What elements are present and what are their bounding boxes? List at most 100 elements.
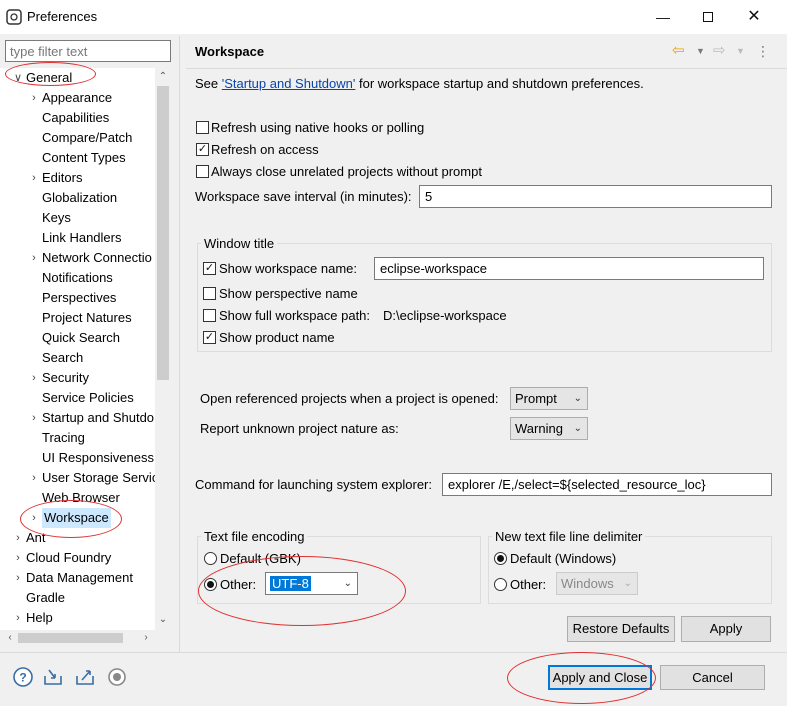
forward-dropdown-icon[interactable]: ▼: [736, 43, 745, 59]
encoding-default-radio[interactable]: [204, 552, 217, 565]
command-input[interactable]: explorer /E,/select=${selected_resource_…: [442, 473, 772, 496]
window-title-group-label: Window title: [201, 236, 278, 251]
tree-item[interactable]: Compare/Patch: [0, 128, 155, 148]
annotation-circle-workspace: [20, 500, 122, 538]
chevron-right-icon[interactable]: ›: [28, 248, 40, 268]
back-arrow-icon[interactable]: ⇦: [672, 43, 685, 59]
tree-item[interactable]: › Security: [0, 368, 155, 388]
startup-shutdown-link[interactable]: 'Startup and Shutdown': [222, 76, 356, 91]
scroll-right-icon[interactable]: ›: [138, 630, 154, 646]
full-path-value: D:\eclipse-workspace: [383, 308, 507, 323]
header-separator: [186, 68, 787, 69]
panel-divider[interactable]: [179, 36, 180, 652]
refresh-native-checkbox[interactable]: [196, 121, 209, 134]
delimiter-select[interactable]: Windows ⌄: [556, 572, 638, 595]
tree-item[interactable]: › User Storage Servic: [0, 468, 155, 488]
tree-item-label: Content Types: [42, 150, 126, 165]
preference-tree[interactable]: ∨ General › Appearance Capabilities Compare/P…: [0, 68, 155, 630]
save-interval-input[interactable]: 5: [419, 185, 772, 208]
tree-item[interactable]: › Data Management: [0, 568, 155, 588]
forward-arrow-icon[interactable]: ⇨: [713, 43, 726, 59]
export-icon[interactable]: [74, 666, 96, 688]
minimize-icon[interactable]: —: [655, 9, 671, 25]
show-full-path-checkbox[interactable]: [203, 309, 216, 322]
maximize-icon[interactable]: [700, 9, 716, 25]
scroll-thumb[interactable]: [157, 86, 169, 380]
chevron-right-icon[interactable]: ›: [12, 528, 24, 548]
show-product-label: Show product name: [219, 330, 335, 345]
tree-item[interactable]: › Cloud Foundry: [0, 548, 155, 568]
line-delimiter-group-label: New text file line delimiter: [492, 529, 646, 544]
tree-item[interactable]: › Startup and Shutdo: [0, 408, 155, 428]
chevron-down-icon: ⌄: [573, 423, 582, 434]
tree-item[interactable]: Content Types: [0, 148, 155, 168]
scroll-left-icon[interactable]: ‹: [2, 630, 18, 646]
tree-item[interactable]: Gradle: [0, 588, 155, 608]
tree-item-label: Editors: [42, 170, 83, 185]
refresh-native-label: Refresh using native hooks or polling: [211, 120, 425, 135]
text-encoding-group-label: Text file encoding: [201, 529, 308, 544]
tree-item[interactable]: Keys: [0, 208, 155, 228]
chevron-right-icon[interactable]: ›: [28, 168, 40, 188]
open-referenced-select[interactable]: Prompt ⌄: [510, 387, 588, 410]
chevron-down-icon: ⌄: [623, 578, 632, 589]
filter-input[interactable]: [6, 41, 170, 61]
horizontal-scroll-thumb[interactable]: [18, 633, 123, 643]
report-nature-label: Report unknown project nature as:: [200, 421, 399, 436]
tree-item[interactable]: Tracing: [0, 428, 155, 448]
report-nature-select[interactable]: Warning ⌄: [510, 417, 588, 440]
filter-box[interactable]: [5, 40, 171, 62]
chevron-right-icon[interactable]: ›: [28, 408, 40, 428]
apply-button[interactable]: Apply: [681, 616, 771, 642]
import-icon[interactable]: [42, 666, 64, 688]
tree-item[interactable]: › Help: [0, 608, 155, 628]
show-workspace-name-checkbox[interactable]: ✓: [203, 262, 216, 275]
chevron-down-icon: ⌄: [573, 393, 582, 404]
close-unrelated-checkbox[interactable]: [196, 165, 209, 178]
tree-item[interactable]: › Editors: [0, 168, 155, 188]
view-menu-icon[interactable]: ⋮: [756, 43, 770, 59]
cancel-button[interactable]: Cancel: [660, 665, 765, 690]
tree-item[interactable]: UI Responsiveness: [0, 448, 155, 468]
tree-item[interactable]: Quick Search: [0, 328, 155, 348]
restore-defaults-button[interactable]: Restore Defaults: [567, 616, 675, 642]
tree-item[interactable]: Globalization: [0, 188, 155, 208]
workspace-name-input[interactable]: eclipse-workspace: [374, 257, 764, 280]
chevron-right-icon[interactable]: ›: [28, 88, 40, 108]
tree-item-label: Quick Search: [42, 330, 121, 345]
chevron-right-icon[interactable]: ›: [12, 548, 24, 568]
close-icon[interactable]: ✕: [746, 9, 762, 25]
tree-item[interactable]: › Network Connectio: [0, 248, 155, 268]
chevron-right-icon[interactable]: ›: [12, 608, 24, 628]
tree-item-label: Gradle: [26, 590, 66, 605]
help-icon[interactable]: ?: [12, 666, 34, 688]
tree-item-label: Data Management: [26, 570, 133, 585]
refresh-access-checkbox[interactable]: ✓: [196, 143, 209, 156]
show-workspace-name-label: Show workspace name:: [219, 261, 358, 276]
tree-item[interactable]: Service Policies: [0, 388, 155, 408]
show-full-path-label: Show full workspace path:: [219, 308, 371, 323]
delimiter-other-label: Other:: [510, 577, 547, 592]
tree-item[interactable]: Search: [0, 348, 155, 368]
delimiter-default-radio[interactable]: [494, 552, 507, 565]
delimiter-other-radio[interactable]: [494, 578, 507, 591]
tree-item[interactable]: Perspectives: [0, 288, 155, 308]
tree-item-label: Keys: [42, 210, 71, 225]
tree-item-label: Service Policies: [42, 390, 134, 405]
scroll-up-icon[interactable]: ⌃: [155, 69, 171, 85]
chevron-right-icon[interactable]: ›: [28, 468, 40, 488]
record-icon[interactable]: [106, 666, 128, 688]
tree-item[interactable]: Notifications: [0, 268, 155, 288]
see-suffix: for workspace startup and shutdown prefe…: [355, 76, 644, 91]
show-product-checkbox[interactable]: ✓: [203, 331, 216, 344]
chevron-right-icon[interactable]: ›: [28, 368, 40, 388]
tree-item[interactable]: Project Natures: [0, 308, 155, 328]
tree-item[interactable]: Link Handlers: [0, 228, 155, 248]
scroll-down-icon[interactable]: ⌄: [155, 612, 171, 628]
open-referenced-label: Open referenced projects when a project …: [200, 391, 499, 406]
chevron-right-icon[interactable]: ›: [12, 568, 24, 588]
tree-item[interactable]: Capabilities: [0, 108, 155, 128]
tree-item[interactable]: › Appearance: [0, 88, 155, 108]
show-perspective-checkbox[interactable]: [203, 287, 216, 300]
back-dropdown-icon[interactable]: ▼: [696, 43, 705, 59]
